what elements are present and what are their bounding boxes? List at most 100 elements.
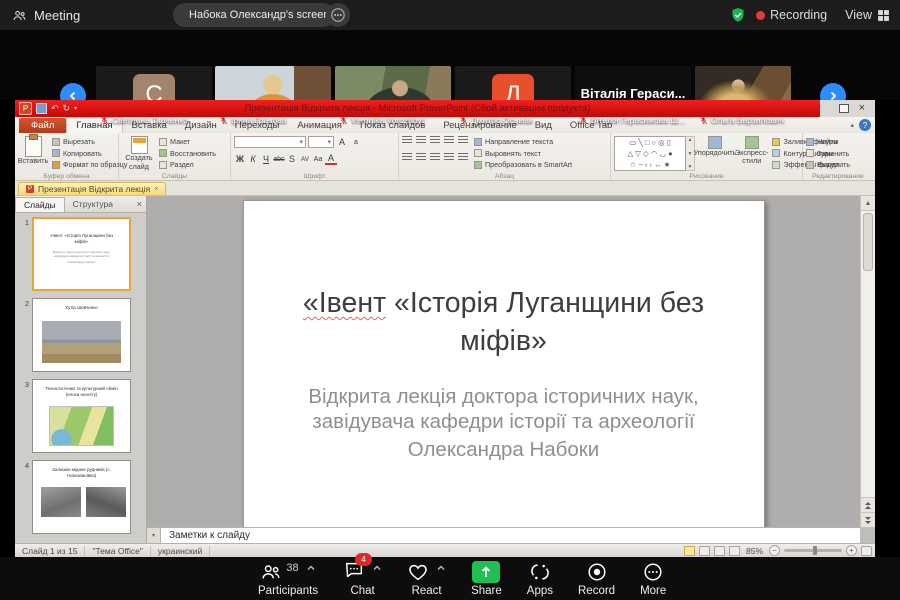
replace-icon — [806, 149, 814, 157]
shapes-gallery[interactable]: ▭ ╲ □ ○ ◎ ▯ △ ▽ ◇ ◠ ◡ ● ☆ ~ ‹ › ↔ ★ — [614, 136, 686, 171]
slide-thumbnail-2[interactable]: 2 Хутір Шевченко — [21, 298, 146, 372]
notes-pane[interactable]: ▾ Заметки к слайду — [147, 527, 860, 543]
new-slide-icon — [131, 136, 148, 154]
slide-thumbnail-3[interactable]: 3 Технологічний та культурний обмін(епох… — [21, 379, 146, 453]
ribbon: Вставить Вырезать Копировать Формат по о… — [15, 133, 875, 181]
numbering-icon[interactable] — [416, 136, 426, 145]
close-window-icon[interactable]: × — [859, 103, 865, 114]
share-icon — [472, 561, 500, 583]
apps-button[interactable]: Apps — [527, 561, 553, 597]
paste-button[interactable]: Вставить — [18, 136, 48, 171]
smartart-icon — [474, 161, 482, 169]
layout-button[interactable]: Макет — [159, 136, 216, 147]
zoom-slider[interactable] — [784, 549, 842, 552]
shared-screen-pill[interactable]: Набока Олександр's screen — [173, 3, 335, 27]
align-center-icon[interactable] — [416, 153, 426, 162]
tab-file[interactable]: Файл — [19, 118, 66, 133]
minimize-ribbon-icon[interactable]: ▴ — [850, 121, 854, 129]
reading-view-button[interactable] — [714, 546, 725, 556]
chat-button[interactable]: 4 Chat — [343, 561, 382, 597]
slide-subtitle[interactable]: Відкрита лекція доктора історичних наук,… — [298, 384, 710, 434]
character-spacing-button[interactable]: AV — [299, 156, 311, 163]
section-button[interactable]: Раздел — [159, 159, 216, 170]
align-left-icon[interactable] — [402, 153, 412, 162]
slide-thumbnail-4[interactable]: 4 Залишки мідних рудників (с.Новозванівк… — [21, 460, 146, 534]
zoom-level[interactable]: 85% — [746, 546, 763, 556]
participant-tile[interactable]: Ольга Барзилович — [695, 66, 791, 128]
close-panel-icon[interactable]: × — [137, 199, 142, 209]
copy-button[interactable]: Копировать — [52, 148, 127, 159]
font-size-select[interactable]: ▾ — [308, 136, 334, 148]
slide-thumbnail-1[interactable]: 1 «Івент «Історія Луганщини безміфів» Ві… — [21, 217, 146, 291]
language-indicator[interactable]: украинский — [151, 546, 210, 556]
quick-styles-button[interactable]: Экспресс-стили — [735, 136, 768, 171]
slideshow-view-button[interactable] — [729, 546, 740, 556]
cut-button[interactable]: Вырезать — [52, 136, 127, 147]
italic-button[interactable]: К — [247, 154, 259, 164]
view-button[interactable]: View — [845, 8, 890, 22]
security-shield-icon[interactable] — [730, 7, 746, 23]
line-spacing-icon[interactable] — [458, 136, 468, 145]
help-icon[interactable]: ? — [859, 119, 871, 131]
recording-indicator: Recording — [756, 8, 827, 22]
reset-button[interactable]: Восстановить — [159, 148, 216, 159]
align-right-icon[interactable] — [430, 153, 440, 162]
editing-group: Найти Заменить Выделить Редактирование — [803, 133, 873, 181]
align-text-button[interactable]: Выровнять текст — [474, 148, 572, 159]
fit-to-window-button[interactable] — [861, 546, 872, 556]
find-button[interactable]: Найти — [806, 136, 870, 147]
react-caret-icon[interactable] — [436, 564, 446, 572]
zoom-slider-handle[interactable] — [813, 546, 817, 555]
scrollbar-thumb[interactable] — [863, 213, 873, 271]
slide-title[interactable]: «Івент «Історія Луганщини без міфів» — [244, 285, 764, 360]
vertical-scrollbar[interactable]: ▲ — [860, 196, 875, 527]
previous-slide-button[interactable] — [861, 497, 875, 512]
tab-outline[interactable]: Структура — [65, 197, 121, 211]
participants-caret-icon[interactable] — [306, 564, 316, 572]
arrange-button[interactable]: Упорядочить — [699, 136, 731, 171]
replace-button[interactable]: Заменить — [806, 148, 870, 159]
react-button[interactable]: React — [407, 561, 446, 597]
new-slide-button[interactable]: Создать слайд — [122, 136, 156, 171]
shared-screen-options-button[interactable] — [326, 3, 350, 27]
bullets-icon[interactable] — [402, 136, 412, 145]
zoom-out-button[interactable]: − — [769, 545, 780, 556]
justify-icon[interactable] — [444, 153, 454, 162]
scroll-up-icon[interactable]: ▲ — [861, 196, 875, 211]
next-slide-button[interactable] — [861, 512, 875, 527]
bold-button[interactable]: Ж — [234, 154, 246, 164]
text-direction-button[interactable]: Направление текста — [474, 136, 572, 147]
text-shadow-button[interactable]: S — [286, 154, 298, 164]
font-color-button[interactable]: А — [325, 153, 337, 165]
zoom-in-button[interactable]: + — [846, 545, 857, 556]
shrink-font-button[interactable]: а — [350, 139, 362, 146]
slide[interactable]: «Івент «Історія Луганщини без міфів» Від… — [243, 200, 765, 527]
select-button[interactable]: Выделить — [806, 159, 870, 170]
thumbnail-photos — [41, 487, 126, 517]
underline-button[interactable]: Ч — [260, 154, 272, 164]
slide-sorter-view-button[interactable] — [699, 546, 710, 556]
normal-view-button[interactable] — [684, 546, 695, 556]
participants-button[interactable]: 38 Participants — [258, 561, 318, 597]
share-button[interactable]: Share — [471, 561, 502, 597]
slides-group: Создать слайд Макет Восстановить Раздел … — [119, 133, 231, 181]
document-tab-close-icon[interactable]: × — [154, 186, 158, 193]
document-tab[interactable]: P Презентація Відкрита лекція × — [18, 182, 166, 195]
strikethrough-button[interactable]: abc — [273, 156, 285, 163]
participant-tile[interactable]: Віталія Гераси... Віталія Герасимова Ш..… — [575, 66, 691, 128]
increase-indent-icon[interactable] — [444, 136, 454, 145]
restore-window-icon[interactable] — [839, 104, 849, 113]
tab-slides-thumbnails[interactable]: Слайды — [15, 197, 65, 212]
more-button[interactable]: More — [640, 561, 666, 597]
notes-splitter-handle[interactable]: ▾ — [147, 528, 161, 543]
decrease-indent-icon[interactable] — [430, 136, 440, 145]
font-name-select[interactable]: ▾ — [234, 136, 306, 148]
record-button[interactable]: Record — [578, 561, 615, 597]
change-case-button[interactable]: Аа — [312, 156, 324, 163]
convert-smartart-button[interactable]: Преобразовать в SmartArt — [474, 159, 572, 170]
grow-font-button[interactable]: А — [336, 137, 348, 147]
format-painter-button[interactable]: Формат по образцу — [52, 159, 127, 170]
slide-author[interactable]: Олександра Набоки — [244, 438, 764, 462]
chat-caret-icon[interactable] — [372, 564, 382, 572]
columns-icon[interactable] — [458, 153, 468, 162]
